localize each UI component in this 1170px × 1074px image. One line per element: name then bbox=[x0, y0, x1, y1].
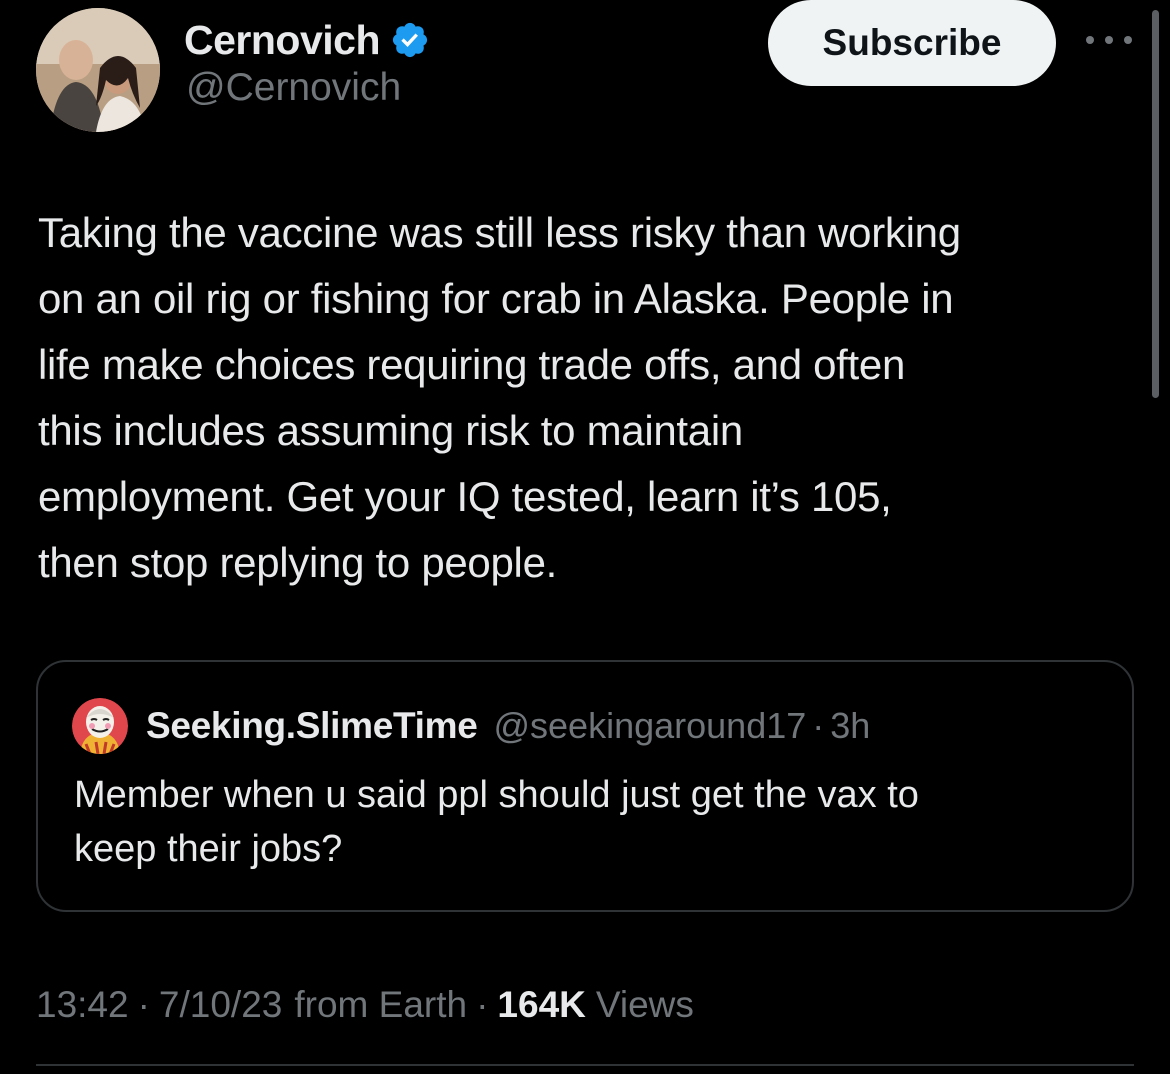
author-display-name[interactable]: Cernovich bbox=[184, 17, 381, 64]
views-label[interactable]: Views bbox=[596, 984, 694, 1026]
quoted-separator: · bbox=[812, 705, 825, 746]
quoted-tweet-time[interactable]: 3h bbox=[830, 705, 870, 747]
quoted-author-name[interactable]: Seeking.SlimeTime bbox=[146, 705, 478, 747]
author-name-row: Cernovich bbox=[184, 14, 430, 66]
tweet-meta: 13:42 · 7/10/23 from Earth · 164K Views bbox=[36, 980, 694, 1030]
scrollbar[interactable] bbox=[1152, 10, 1159, 398]
views-count[interactable]: 164K bbox=[497, 984, 585, 1026]
verified-badge-icon[interactable] bbox=[390, 20, 430, 60]
meta-separator: · bbox=[137, 984, 150, 1025]
more-dot bbox=[1105, 36, 1113, 44]
more-dot bbox=[1124, 36, 1132, 44]
tweet-date[interactable]: 7/10/23 bbox=[159, 984, 282, 1026]
quoted-author-avatar[interactable] bbox=[72, 698, 128, 754]
tweet-time[interactable]: 13:42 bbox=[36, 984, 129, 1026]
more-options-icon[interactable] bbox=[1086, 30, 1132, 50]
tweet-text: Taking the vaccine was still less risky … bbox=[38, 209, 961, 586]
quoted-tweet-text: Member when u said ppl should just get t… bbox=[74, 774, 919, 870]
author-avatar[interactable] bbox=[36, 8, 160, 132]
more-dot bbox=[1086, 36, 1094, 44]
quoted-tweet-card[interactable]: Seeking.SlimeTime @seekingaround17 · 3h … bbox=[36, 660, 1134, 912]
quoted-author-handle[interactable]: @seekingaround17 bbox=[493, 705, 806, 747]
meta-separator: · bbox=[476, 984, 489, 1025]
divider bbox=[36, 1064, 1134, 1066]
author-handle[interactable]: @Cernovich bbox=[186, 66, 401, 110]
quoted-tweet-header: Seeking.SlimeTime @seekingaround17 · 3h bbox=[72, 698, 870, 754]
subscribe-button[interactable]: Subscribe bbox=[768, 0, 1056, 86]
tweet-source: from Earth bbox=[294, 984, 468, 1025]
